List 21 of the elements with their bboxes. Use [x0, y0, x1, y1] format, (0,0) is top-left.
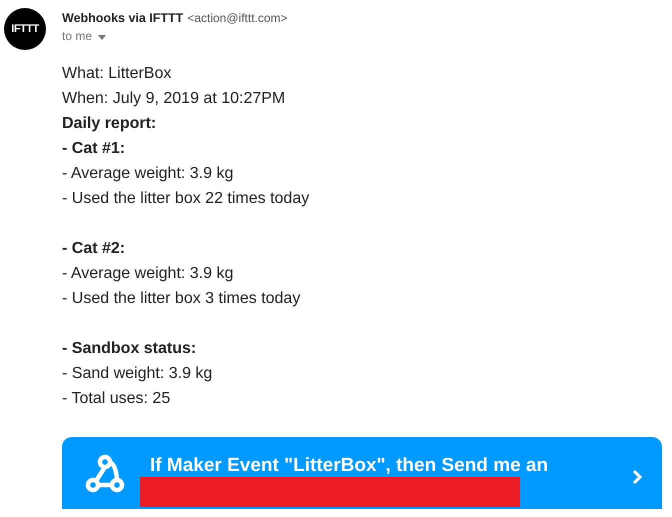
email-line: What: LitterBox — [62, 64, 172, 84]
email-line: - Average weight: 3.9 kg — [62, 264, 234, 284]
email-line: - Cat #1: — [62, 139, 126, 159]
dropdown-caret-icon[interactable] — [98, 35, 106, 40]
email-line: When: July 9, 2019 at 10:27PM — [62, 89, 286, 109]
email-line: - Used the litter box 22 times today — [62, 189, 310, 209]
applet-banner[interactable]: If Maker Event "LitterBox", then Send me an — [62, 437, 662, 509]
email-line: Daily report: — [62, 114, 158, 134]
recipient-label: to me — [62, 29, 92, 43]
ifttt-avatar: IFTTT — [4, 8, 46, 50]
email-line: - Total uses: 25 — [62, 389, 172, 409]
email-line: - Cat #2: — [62, 239, 126, 259]
sender-address: <action@ifttt.com> — [187, 11, 288, 25]
applet-title: If Maker Event "LitterBox", then Send me an — [150, 455, 550, 477]
webhooks-icon — [84, 453, 126, 495]
email-line: - Sand weight: 3.9 kg — [62, 364, 214, 384]
sender-name: Webhooks via IFTTT — [62, 11, 184, 25]
email-line: - Average weight: 3.9 kg — [62, 164, 234, 184]
email-line: - Sandbox status: — [62, 339, 198, 359]
chevron-right-icon — [632, 469, 642, 485]
email-line: - Used the litter box 3 times today — [62, 289, 302, 309]
